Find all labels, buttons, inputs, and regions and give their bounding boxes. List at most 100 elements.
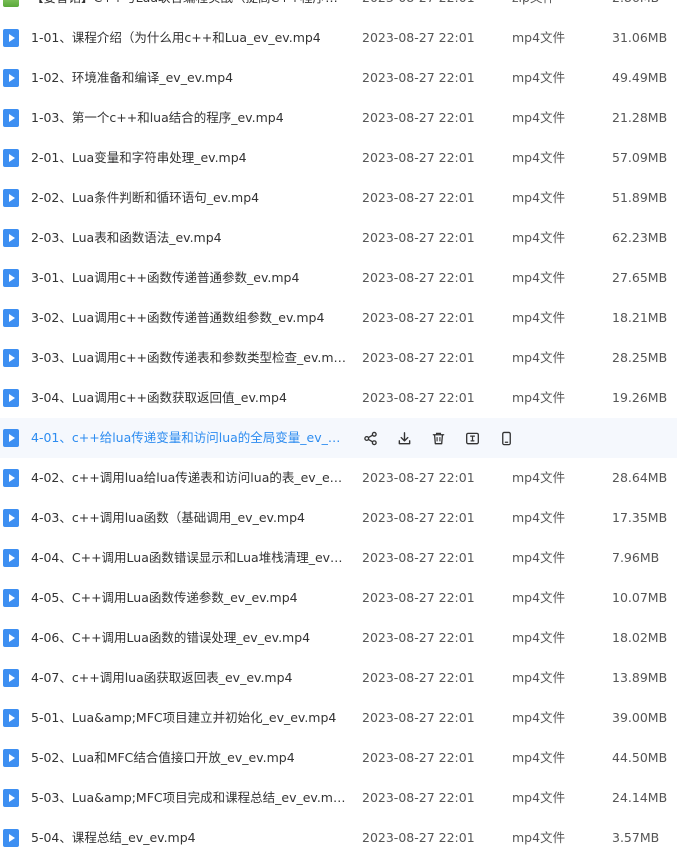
file-date: 2023-08-27 22:01 [362,70,475,85]
file-row[interactable]: 1-03、第一个c++和lua结合的程序_ev.mp4 2023-08-27 2… [0,98,677,138]
file-date: 2023-08-27 22:01 [362,190,475,205]
file-type: mp4文件 [512,230,566,245]
file-size: 28.25MB [612,350,668,365]
delete-icon[interactable] [429,429,447,447]
file-name[interactable]: 3-02、Lua调用c++函数传递普通数组参数_ev.mp4 [31,298,347,338]
file-type: mp4文件 [512,510,566,525]
file-date: 2023-08-27 22:01 [362,0,475,18]
file-name[interactable]: 4-02、c++调用lua给lua传递表和访问lua的表_ev_ev.mp4 [31,458,347,498]
file-size: 19.26MB [612,390,668,405]
download-icon[interactable] [395,429,413,447]
file-size: 31.06MB [612,30,668,45]
file-size: 49.49MB [612,70,668,85]
file-row[interactable]: 3-03、Lua调用c++函数传递表和参数类型检查_ev.mp4 2023-08… [0,338,677,378]
file-type: mp4文件 [512,790,566,805]
video-file-icon [3,709,19,727]
file-size: 18.21MB [612,310,668,325]
file-name[interactable]: 4-05、C++调用Lua函数传递参数_ev_ev.mp4 [31,578,347,618]
file-type: zip文件 [512,0,555,18]
video-file-icon [3,509,19,527]
video-file-icon [3,349,19,367]
file-type: mp4文件 [512,830,566,845]
file-name[interactable]: 3-03、Lua调用c++函数传递表和参数类型检查_ev.mp4 [31,338,347,378]
file-type: mp4文件 [512,30,566,45]
file-name[interactable]: 4-01、c++给lua传递变量和访问lua的全局变量_ev_ev.m... [31,418,347,458]
file-row[interactable]: 【要香馆】C++与Lua联合编程实战（提高C++程序设计... 2023-08-… [0,0,677,18]
file-row[interactable]: 5-04、课程总结_ev_ev.mp4 2023-08-27 22:01 mp4… [0,818,677,858]
file-type: mp4文件 [512,710,566,725]
video-file-icon [3,749,19,767]
file-date: 2023-08-27 22:01 [362,30,475,45]
file-type: mp4文件 [512,270,566,285]
file-name[interactable]: 3-01、Lua调用c++函数传递普通参数_ev.mp4 [31,258,347,298]
file-size: 39.00MB [612,710,668,725]
file-type: mp4文件 [512,630,566,645]
file-row[interactable]: 4-07、c++调用lua函获取返回表_ev_ev.mp4 2023-08-27… [0,658,677,698]
file-row[interactable]: 4-06、C++调用Lua函数的错误处理_ev_ev.mp4 2023-08-2… [0,618,677,658]
file-name[interactable]: 2-03、Lua表和函数语法_ev.mp4 [31,218,347,258]
file-row[interactable]: 4-05、C++调用Lua函数传递参数_ev_ev.mp4 2023-08-27… [0,578,677,618]
file-row[interactable]: 4-01、c++给lua传递变量和访问lua的全局变量_ev_ev.m... [0,418,677,458]
file-type: mp4文件 [512,190,566,205]
file-size: 62.23MB [612,230,668,245]
file-row[interactable]: 5-03、Lua&amp;MFC项目完成和课程总结_ev_ev.mp4 2023… [0,778,677,818]
file-row[interactable]: 2-03、Lua表和函数语法_ev.mp4 2023-08-27 22:01 m… [0,218,677,258]
file-name[interactable]: 1-01、课程介绍（为什么用c++和Lua_ev_ev.mp4 [31,18,347,58]
file-name[interactable]: 4-06、C++调用Lua函数的错误处理_ev_ev.mp4 [31,618,347,658]
file-name[interactable]: 5-02、Lua和MFC结合值接口开放_ev_ev.mp4 [31,738,347,778]
file-row[interactable]: 3-04、Lua调用c++函数获取返回值_ev.mp4 2023-08-27 2… [0,378,677,418]
file-row[interactable]: 1-02、环境准备和编译_ev_ev.mp4 2023-08-27 22:01 … [0,58,677,98]
file-size: 28.64MB [612,470,668,485]
file-date: 2023-08-27 22:01 [362,230,475,245]
file-name[interactable]: 5-01、Lua&amp;MFC项目建立并初始化_ev_ev.mp4 [31,698,347,738]
file-row[interactable]: 5-01、Lua&amp;MFC项目建立并初始化_ev_ev.mp4 2023-… [0,698,677,738]
file-type: mp4文件 [512,550,566,565]
file-type: mp4文件 [512,750,566,765]
file-name[interactable]: 3-04、Lua调用c++函数获取返回值_ev.mp4 [31,378,347,418]
file-size: 18.02MB [612,630,668,645]
file-row[interactable]: 2-02、Lua条件判断和循环语句_ev.mp4 2023-08-27 22:0… [0,178,677,218]
file-type: mp4文件 [512,110,566,125]
file-name[interactable]: 4-07、c++调用lua函获取返回表_ev_ev.mp4 [31,658,347,698]
file-size: 57.09MB [612,150,668,165]
video-file-icon [3,109,19,127]
file-row[interactable]: 2-01、Lua变量和字符串处理_ev.mp4 2023-08-27 22:01… [0,138,677,178]
file-name[interactable]: 5-03、Lua&amp;MFC项目完成和课程总结_ev_ev.mp4 [31,778,347,818]
file-type: mp4文件 [512,590,566,605]
zip-file-icon [3,0,19,7]
video-file-icon [3,549,19,567]
file-row[interactable]: 3-02、Lua调用c++函数传递普通数组参数_ev.mp4 2023-08-2… [0,298,677,338]
file-row[interactable]: 4-02、c++调用lua给lua传递表和访问lua的表_ev_ev.mp4 2… [0,458,677,498]
file-name[interactable]: 4-03、c++调用lua函数（基础调用_ev_ev.mp4 [31,498,347,538]
file-row[interactable]: 3-01、Lua调用c++函数传递普通参数_ev.mp4 2023-08-27 … [0,258,677,298]
file-name[interactable]: 1-03、第一个c++和lua结合的程序_ev.mp4 [31,98,347,138]
file-name[interactable]: 4-04、C++调用Lua函数错误显示和Lua堆栈清理_ev_ev.... [31,538,347,578]
file-name[interactable]: 2-01、Lua变量和字符串处理_ev.mp4 [31,138,347,178]
file-type: mp4文件 [512,310,566,325]
file-row[interactable]: 1-01、课程介绍（为什么用c++和Lua_ev_ev.mp4 2023-08-… [0,18,677,58]
file-name[interactable]: 5-04、课程总结_ev_ev.mp4 [31,818,347,858]
file-size: 24.14MB [612,790,668,805]
file-date: 2023-08-27 22:01 [362,670,475,685]
file-row[interactable]: 5-02、Lua和MFC结合值接口开放_ev_ev.mp4 2023-08-27… [0,738,677,778]
file-date: 2023-08-27 22:01 [362,270,475,285]
file-date: 2023-08-27 22:01 [362,750,475,765]
file-type: mp4文件 [512,470,566,485]
rename-icon[interactable] [463,429,481,447]
file-name[interactable]: 2-02、Lua条件判断和循环语句_ev.mp4 [31,178,347,218]
file-row[interactable]: 4-04、C++调用Lua函数错误显示和Lua堆栈清理_ev_ev.... 20… [0,538,677,578]
file-type: mp4文件 [512,350,566,365]
share-icon[interactable] [361,429,379,447]
file-date: 2023-08-27 22:01 [362,310,475,325]
file-row[interactable]: 4-03、c++调用lua函数（基础调用_ev_ev.mp4 2023-08-2… [0,498,677,538]
file-name[interactable]: 1-02、环境准备和编译_ev_ev.mp4 [31,58,347,98]
phone-icon[interactable] [497,429,515,447]
video-file-icon [3,669,19,687]
file-date: 2023-08-27 22:01 [362,710,475,725]
file-date: 2023-08-27 22:01 [362,790,475,805]
video-file-icon [3,469,19,487]
file-date: 2023-08-27 22:01 [362,510,475,525]
file-name[interactable]: 【要香馆】C++与Lua联合编程实战（提高C++程序设计... [31,0,347,18]
file-date: 2023-08-27 22:01 [362,630,475,645]
video-file-icon [3,29,19,47]
